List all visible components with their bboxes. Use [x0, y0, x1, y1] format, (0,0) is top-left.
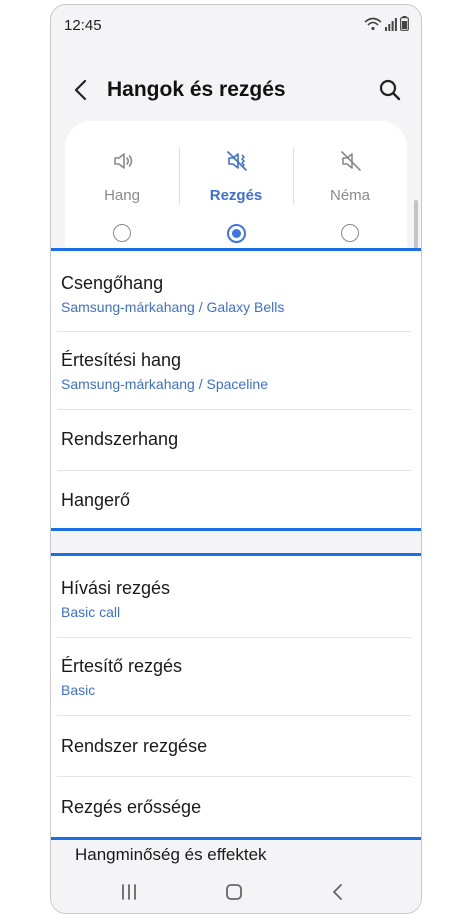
status-icons: [364, 16, 409, 31]
search-icon[interactable]: [377, 77, 403, 103]
mute-icon: [341, 151, 361, 171]
mode-radio-vibrate[interactable]: [227, 224, 246, 243]
sound-quality-item[interactable]: Hangminőség és effektek: [75, 845, 267, 865]
system-sound-item[interactable]: Rendszerhang: [61, 429, 407, 469]
call-vibration-label: Hívási rezgés: [61, 578, 171, 598]
mode-radio-sound[interactable]: [113, 224, 131, 242]
call-vibration-item[interactable]: Hívási rezgés Basic call: [61, 578, 407, 638]
mode-radio-mute[interactable]: [341, 224, 359, 242]
volume-item[interactable]: Hangerő: [61, 490, 407, 530]
mode-mute[interactable]: Néma: [293, 121, 407, 261]
battery-icon: [400, 16, 409, 31]
mode-label-sound: Hang: [104, 187, 140, 204]
system-sound-label: Rendszerhang: [61, 429, 179, 449]
mode-vibrate[interactable]: Rezgés: [179, 121, 293, 261]
app-bar: Hangok és rezgés: [51, 65, 421, 117]
page-title: Hangok és rezgés: [107, 78, 286, 101]
divider: [57, 776, 411, 777]
notification-sound-label: Értesítési hang: [61, 350, 182, 370]
call-vibration-value: Basic call: [61, 604, 121, 620]
notification-vibration-value: Basic: [61, 682, 96, 698]
back-arrow-icon[interactable]: [69, 77, 95, 103]
divider: [57, 409, 411, 410]
notification-sound-item[interactable]: Értesítési hang Samsung-márkahang / Spac…: [61, 350, 407, 410]
mode-label-vibrate: Rezgés: [209, 187, 263, 204]
ringtone-label: Csengőhang: [61, 273, 164, 293]
system-vibration-label: Rendszer rezgése: [61, 736, 208, 756]
notification-vibration-label: Értesítő rezgés: [61, 656, 183, 676]
sound-settings-group: Csengőhang Samsung-márkahang / Galaxy Be…: [51, 248, 421, 531]
vibrate-icon: [227, 151, 247, 171]
volume-label: Hangerő: [61, 490, 131, 510]
vibration-intensity-label: Rezgés erőssége: [61, 797, 202, 817]
divider: [57, 637, 411, 638]
home-icon[interactable]: [221, 879, 247, 905]
notification-vibration-item[interactable]: Értesítő rezgés Basic: [61, 656, 407, 716]
divider: [57, 715, 411, 716]
vibration-intensity-item[interactable]: Rezgés erőssége: [61, 797, 407, 837]
status-bar: 12:45: [51, 5, 421, 47]
wifi-icon: [364, 17, 382, 30]
divider: [57, 470, 411, 471]
divider: [57, 331, 411, 332]
navigation-bar: [51, 867, 421, 913]
phone-screen: 12:45 Hangok és rezgés Hang Rezgés Néma …: [50, 4, 422, 914]
back-icon[interactable]: [325, 879, 351, 905]
speaker-icon: [114, 153, 133, 169]
status-time: 12:45: [64, 17, 102, 34]
recent-apps-icon[interactable]: [116, 879, 142, 905]
mode-sound[interactable]: Hang: [65, 121, 179, 261]
ringtone-value: Samsung-márkahang / Galaxy Bells: [61, 299, 285, 315]
ringtone-item[interactable]: Csengőhang Samsung-márkahang / Galaxy Be…: [61, 273, 407, 333]
mode-label-mute: Néma: [329, 187, 370, 204]
system-vibration-item[interactable]: Rendszer rezgése: [61, 736, 407, 776]
vibration-settings-group: Hívási rezgés Basic call Értesítő rezgés…: [51, 553, 421, 840]
notification-sound-value: Samsung-márkahang / Spaceline: [61, 376, 269, 392]
signal-icon: [385, 17, 397, 31]
